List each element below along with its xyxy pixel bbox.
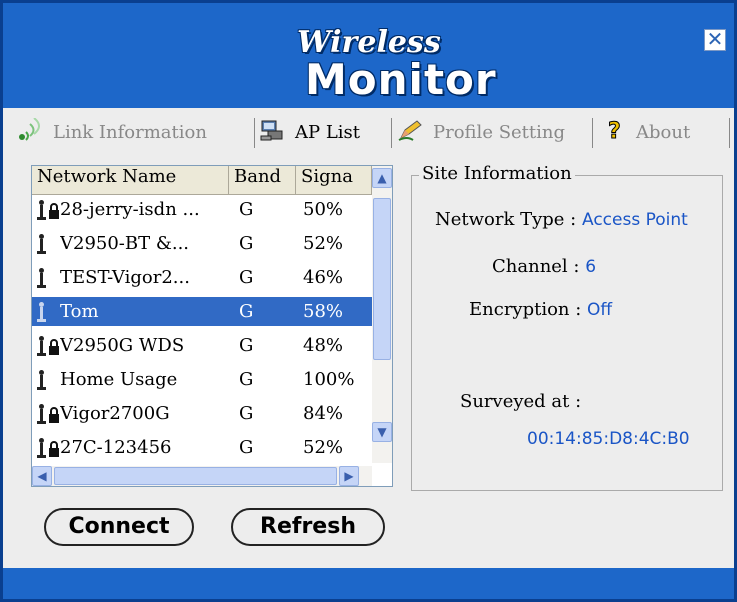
band: G <box>239 199 254 220</box>
network-computer-icon <box>259 118 287 147</box>
tab-ap-list[interactable]: AP List <box>259 116 360 148</box>
band: G <box>239 369 254 390</box>
network-type-row: Network Type : Access Point <box>435 209 688 230</box>
tab-separator <box>592 118 593 148</box>
column-header-band[interactable]: Band <box>229 166 296 194</box>
tab-separator <box>391 118 392 148</box>
vertical-scrollbar[interactable]: ▲ ▼ <box>372 166 392 463</box>
tab-label: AP List <box>295 121 361 143</box>
signal-strength: 50% <box>303 199 344 220</box>
channel-row: Channel : 6 <box>492 256 596 277</box>
network-name: V2950-BT &... <box>60 233 190 254</box>
surveyed-value: 00:14:85:D8:4C:B0 <box>527 429 690 449</box>
list-item[interactable]: Home Usage G 100% <box>32 365 372 394</box>
list-item[interactable]: 27C-123456 G 52% <box>32 433 372 462</box>
pencil-icon <box>397 118 425 147</box>
tab-label: Link Information <box>53 121 207 143</box>
list-item[interactable]: Vigor2700G G 84% <box>32 399 372 428</box>
tab-profile-setting[interactable]: Profile Setting <box>397 116 565 148</box>
list-header: Network Name Band Signa <box>32 166 372 195</box>
band: G <box>239 335 254 356</box>
encryption-value: Off <box>587 300 613 320</box>
network-name: V2950G WDS <box>60 335 185 356</box>
network-name: TEST-Vigor2... <box>60 267 190 288</box>
tab-about[interactable]: ? About <box>604 116 691 148</box>
column-header-network-name[interactable]: Network Name <box>32 166 229 194</box>
list-item[interactable]: V2950G WDS G 48% <box>32 331 372 360</box>
list-item[interactable]: TEST-Vigor2... G 46% <box>32 263 372 292</box>
channel-label: Channel : <box>492 256 586 277</box>
tab-separator <box>254 118 255 148</box>
network-name: Vigor2700G <box>60 403 170 424</box>
list-item[interactable]: V2950-BT &... G 52% <box>32 229 372 258</box>
signal-strength: 48% <box>303 335 344 356</box>
list-item[interactable]: Tom G 58% <box>32 297 372 326</box>
tab-link-information[interactable]: Link Information <box>17 116 207 148</box>
tab-label: About <box>636 121 691 143</box>
signal-strength: 58% <box>303 301 344 322</box>
scroll-right-icon[interactable]: ▶ <box>339 466 359 486</box>
ap-list[interactable]: Network Name Band Signa 28-jerry-isdn ..… <box>31 165 393 487</box>
footer-bar <box>3 568 734 599</box>
signal-strength: 84% <box>303 403 344 424</box>
band: G <box>239 301 254 322</box>
signal-strength: 46% <box>303 267 344 288</box>
refresh-button[interactable]: Refresh <box>231 508 385 546</box>
list-item[interactable]: 28-jerry-isdn ... G 50% <box>32 195 372 224</box>
network-type-label: Network Type : <box>435 209 582 230</box>
tab-separator <box>729 118 730 148</box>
vertical-scroll-thumb[interactable] <box>373 198 391 360</box>
band: G <box>239 403 254 424</box>
band: G <box>239 437 254 458</box>
title-line2: Monitor <box>305 55 497 104</box>
column-header-signal[interactable]: Signa <box>296 166 372 194</box>
signal-strength: 100% <box>303 369 355 390</box>
network-name: Home Usage <box>60 369 178 390</box>
encryption-label: Encryption : <box>469 299 588 320</box>
connect-button[interactable]: Connect <box>44 508 194 546</box>
title-bar[interactable]: Wireless Monitor ✕ <box>3 3 734 108</box>
network-name: 28-jerry-isdn ... <box>60 199 200 220</box>
close-icon[interactable]: ✕ <box>704 29 726 51</box>
horizontal-scroll-thumb[interactable] <box>54 467 337 485</box>
tab-bar: Link Information AP List Profile Setting… <box>3 108 734 153</box>
scroll-left-icon[interactable]: ◀ <box>32 466 52 486</box>
network-name: 27C-123456 <box>60 437 172 458</box>
network-name: Tom <box>60 301 99 322</box>
band: G <box>239 233 254 254</box>
scroll-down-icon[interactable]: ▼ <box>372 422 392 442</box>
ap-list-panel: Network Name Band Signa 28-jerry-isdn ..… <box>3 153 734 568</box>
surveyed-label: Surveyed at : <box>460 391 582 412</box>
channel-value: 6 <box>585 257 597 277</box>
surveyed-row: 00:14:85:D8:4C:B0 <box>527 428 690 449</box>
signal-strength: 52% <box>303 437 344 458</box>
svg-text:?: ? <box>608 119 621 142</box>
signal-icon <box>17 116 45 147</box>
tab-label: Profile Setting <box>433 121 566 143</box>
band: G <box>239 267 254 288</box>
network-type-value: Access Point <box>581 210 688 230</box>
question-icon: ? <box>604 118 628 147</box>
horizontal-scrollbar[interactable]: ◀ ▶ <box>32 466 372 486</box>
encryption-row: Encryption : Off <box>469 299 612 320</box>
site-information-title: Site Information <box>419 163 575 184</box>
signal-strength: 52% <box>303 233 344 254</box>
scroll-up-icon[interactable]: ▲ <box>372 168 392 188</box>
wireless-monitor-window: Wireless Monitor ✕ Link Information AP L… <box>0 0 737 602</box>
